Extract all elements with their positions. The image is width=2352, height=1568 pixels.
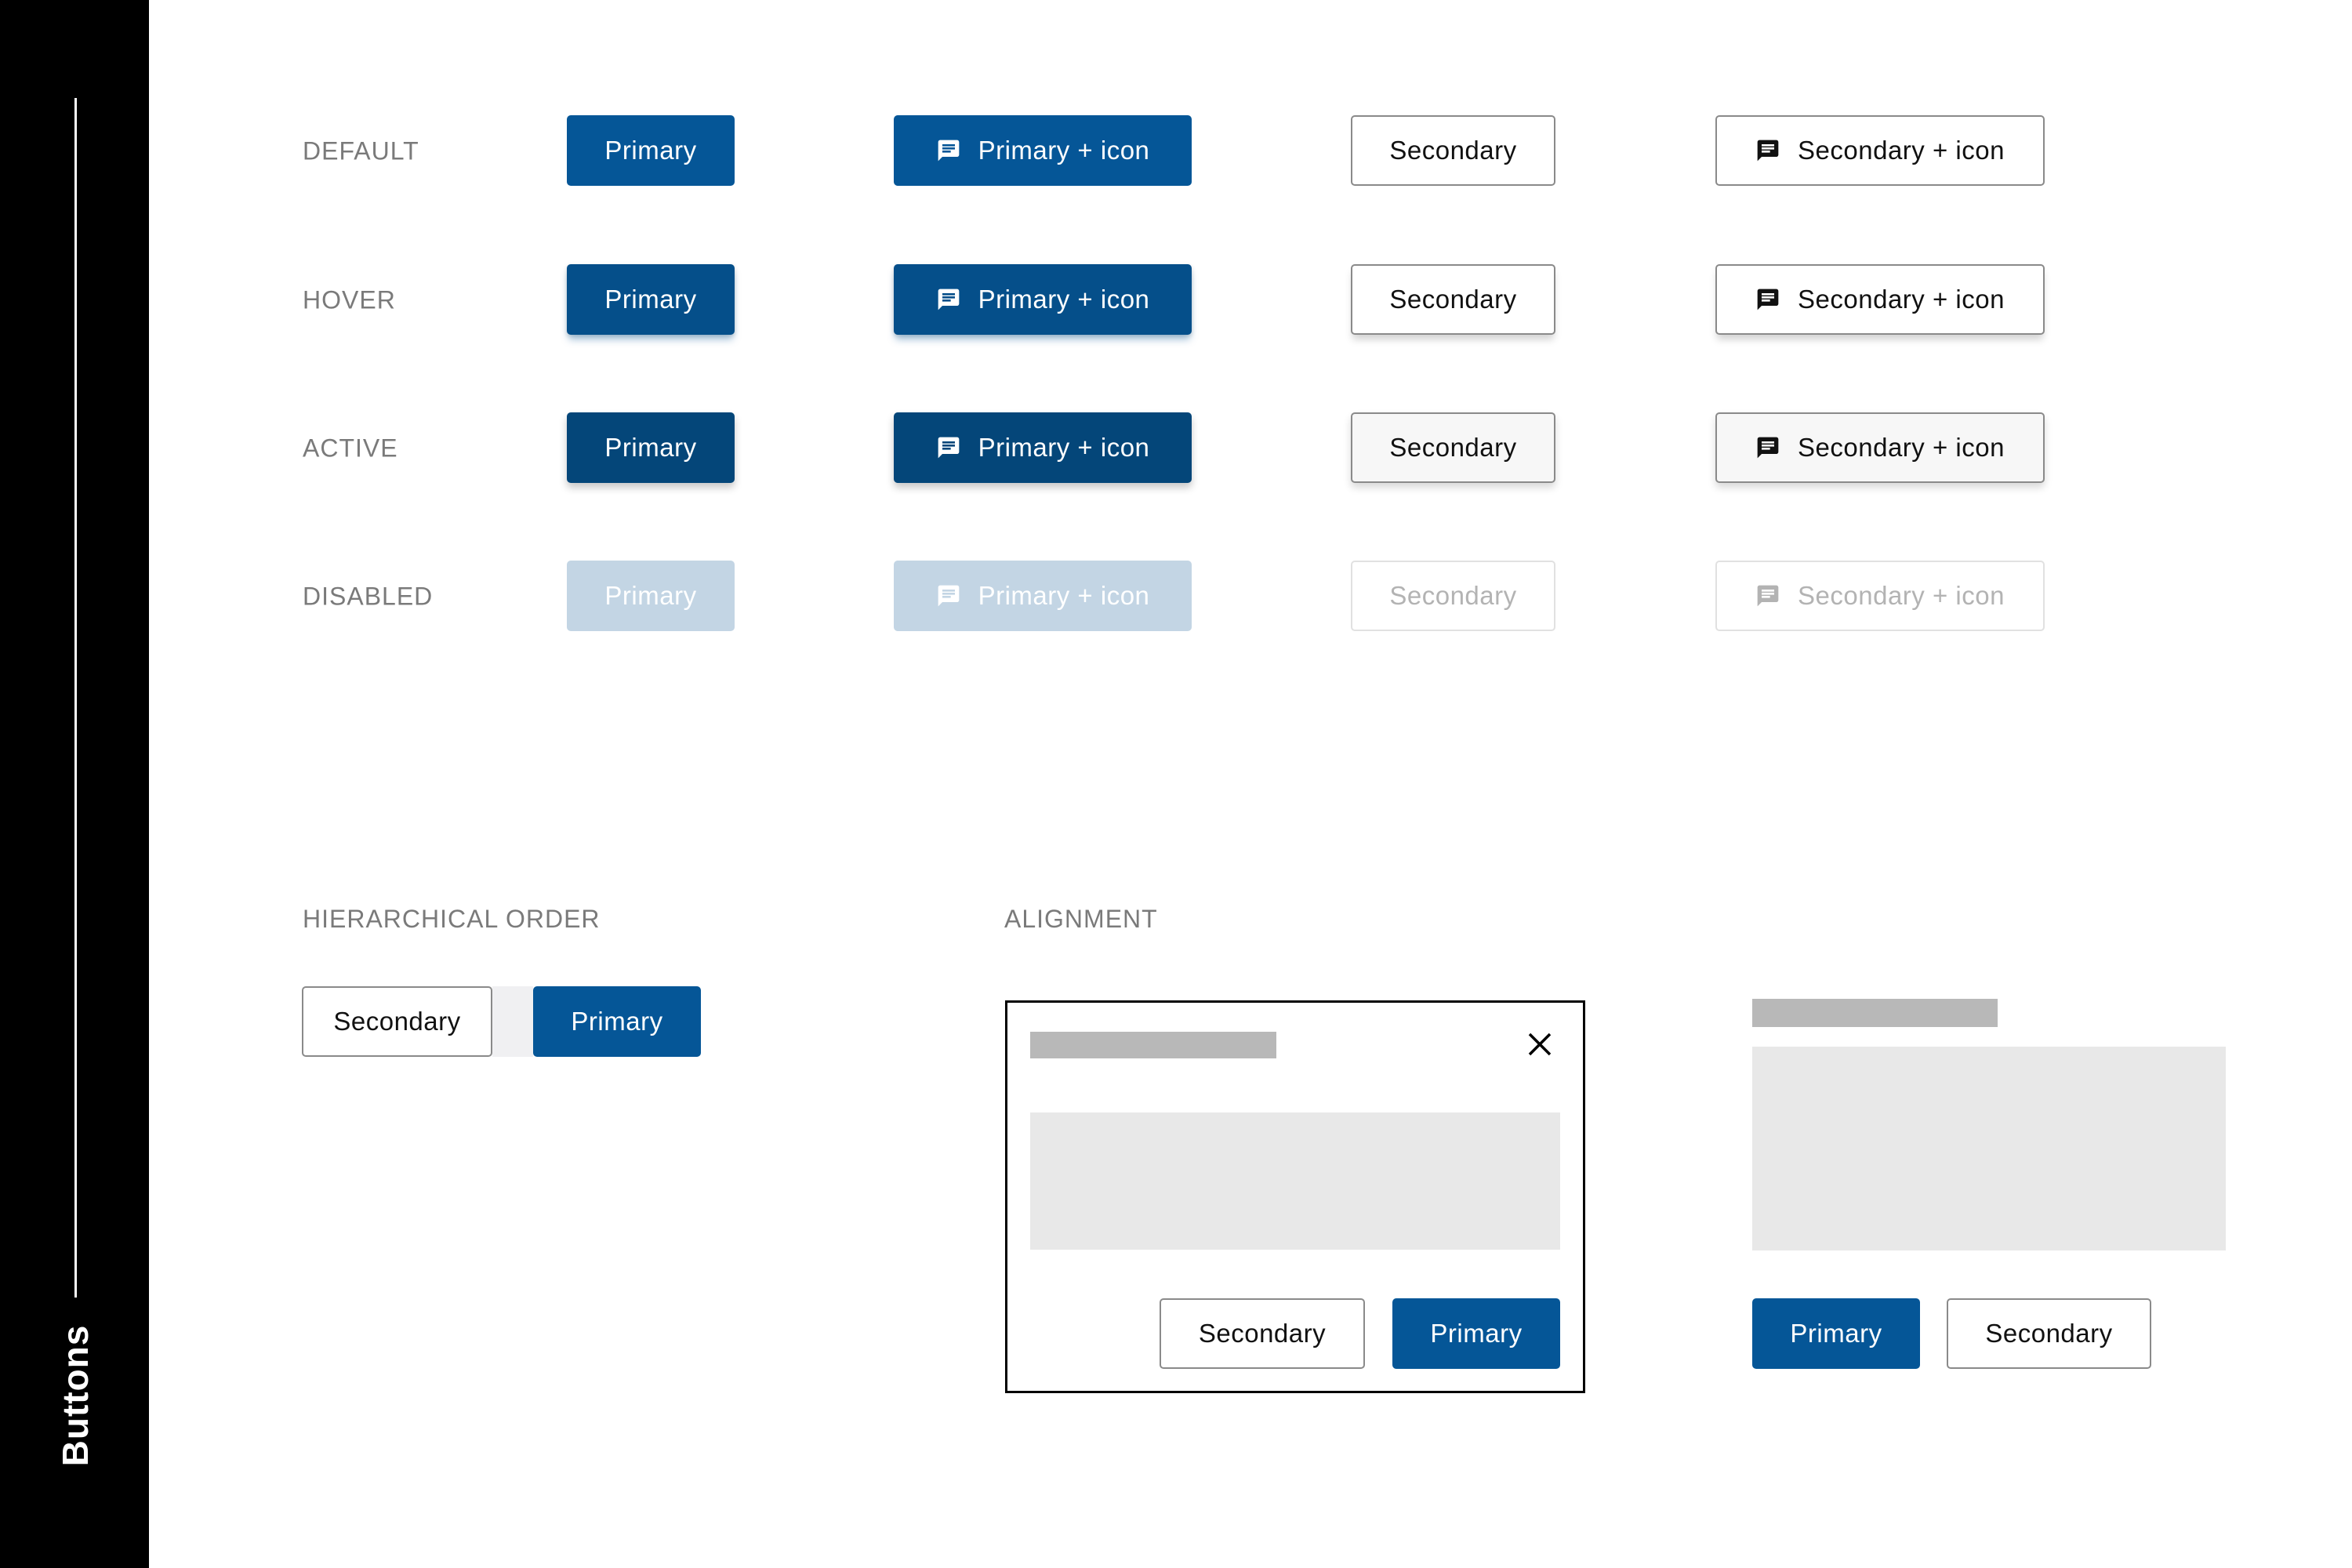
button-label: Primary [1790,1319,1882,1348]
state-label-default: DEFAULT [303,136,419,165]
secondary-button-hover[interactable]: Secondary [1351,264,1555,335]
button-label: Primary + icon [978,581,1150,610]
button-label: Primary [604,433,697,462]
secondary-icon-button-default[interactable]: Secondary + icon [1715,115,2045,186]
button-label: Secondary [333,1007,461,1036]
primary-button-active[interactable]: Primary [567,412,735,483]
button-label: Primary [571,1007,663,1036]
button-label: Primary [604,136,697,165]
message-icon [1755,583,1780,608]
button-label: Secondary [1389,136,1517,165]
button-label: Secondary + icon [1798,433,2005,462]
dialog-secondary-button[interactable]: Secondary [1160,1298,1365,1369]
button-label: Primary [1430,1319,1523,1348]
section-label-hierarchical-order: HIERARCHICAL ORDER [303,905,601,933]
primary-icon-button-hover[interactable]: Primary + icon [894,264,1192,335]
button-label: Secondary + icon [1798,581,2005,610]
dialog-title-placeholder [1030,1032,1276,1058]
secondary-icon-button-disabled: Secondary + icon [1715,561,2045,631]
button-label: Secondary [1985,1319,2113,1348]
message-icon [1755,138,1780,163]
message-icon [936,287,961,312]
button-label: Primary + icon [978,433,1150,462]
secondary-button-default[interactable]: Secondary [1351,115,1555,186]
message-icon [1755,287,1780,312]
page-secondary-button[interactable]: Secondary [1947,1298,2151,1369]
button-label: Secondary + icon [1798,136,2005,165]
message-icon [936,583,961,608]
button-label: Primary [604,581,697,610]
sidebar-title: Buttons [55,1324,96,1467]
page-primary-button[interactable]: Primary [1752,1298,1920,1369]
secondary-icon-button-hover[interactable]: Secondary + icon [1715,264,2045,335]
button-label: Secondary [1198,1319,1327,1348]
primary-icon-button-default[interactable]: Primary + icon [894,115,1192,186]
dialog-body-placeholder [1030,1112,1560,1250]
message-icon [936,138,961,163]
sidebar-divider [74,98,77,1298]
button-label: Primary + icon [978,285,1150,314]
hierarchy-primary-button[interactable]: Primary [533,986,701,1057]
dialog-primary-button[interactable]: Primary [1392,1298,1560,1369]
spacing-indicator [492,986,533,1057]
primary-icon-button-disabled: Primary + icon [894,561,1192,631]
primary-button-default[interactable]: Primary [567,115,735,186]
state-label-disabled: DISABLED [303,582,434,611]
secondary-button-disabled: Secondary [1351,561,1555,631]
primary-icon-button-active[interactable]: Primary + icon [894,412,1192,483]
state-label-active: ACTIVE [303,434,398,463]
secondary-button-active[interactable]: Secondary [1351,412,1555,483]
hierarchy-secondary-button[interactable]: Secondary [302,986,492,1057]
page-body-placeholder [1752,1047,2226,1250]
button-label: Secondary [1389,433,1517,462]
button-label: Primary + icon [978,136,1150,165]
button-label: Secondary + icon [1798,285,2005,314]
message-icon [1755,435,1780,460]
primary-button-disabled: Primary [567,561,735,631]
close-icon[interactable] [1527,1032,1552,1057]
state-label-hover: HOVER [303,285,396,314]
primary-button-hover[interactable]: Primary [567,264,735,335]
button-label: Secondary [1389,285,1517,314]
button-label: Secondary [1389,581,1517,610]
section-label-alignment: ALIGNMENT [1004,905,1158,933]
page-title-placeholder [1752,999,1998,1027]
message-icon [936,435,961,460]
sidebar: Buttons [0,0,149,1568]
secondary-icon-button-active[interactable]: Secondary + icon [1715,412,2045,483]
button-label: Primary [604,285,697,314]
